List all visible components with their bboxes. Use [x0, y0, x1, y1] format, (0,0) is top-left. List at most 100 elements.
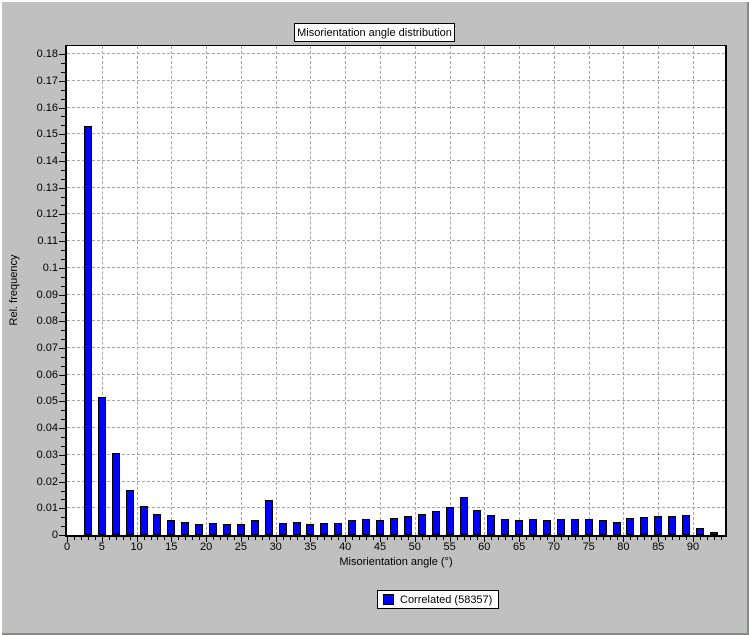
x-minor-tick [505, 537, 507, 540]
gridline-horizontal [67, 373, 725, 375]
x-minor-tick [400, 537, 402, 540]
bar [584, 519, 593, 535]
bar [515, 520, 524, 535]
bar [682, 515, 690, 535]
x-axis-label: Misorientation angle (°) [339, 556, 453, 568]
bar [83, 126, 92, 535]
gridline-horizontal [67, 400, 725, 402]
y-minor-tick [61, 62, 65, 64]
y-minor-tick [61, 356, 65, 358]
y-minor-tick [61, 419, 65, 421]
gridline-vertical [588, 46, 590, 535]
y-tick-label: 0.06 [36, 368, 58, 381]
x-tick-label: 35 [304, 541, 317, 553]
y-tick-label: 0.1 [42, 261, 58, 274]
y-minor-tick [61, 116, 65, 118]
plot-inner [67, 46, 725, 535]
gridline-vertical [484, 46, 486, 535]
chart-title: Misorientation angle distribution [297, 26, 452, 39]
x-minor-tick [282, 537, 284, 540]
y-minor-tick [61, 490, 65, 492]
bar [250, 520, 259, 535]
x-minor-tick [233, 537, 235, 540]
bar [626, 518, 635, 535]
gridline-horizontal [67, 427, 725, 429]
y-tick-label: 0.01 [36, 502, 58, 515]
y-tick-label: 0.12 [36, 208, 58, 221]
x-minor-tick [651, 537, 653, 540]
y-major-tick [59, 294, 65, 296]
gridline-horizontal [67, 159, 725, 161]
bar [556, 519, 565, 535]
gridline-horizontal [67, 133, 725, 135]
bar [445, 507, 454, 535]
x-minor-tick [630, 537, 632, 540]
x-tick-label: 75 [582, 541, 595, 553]
x-minor-tick [192, 537, 194, 540]
y-minor-tick [61, 196, 65, 198]
y-minor-tick [61, 250, 65, 251]
bar [529, 519, 537, 535]
bar [376, 520, 384, 535]
x-tick-label: 0 [63, 541, 71, 553]
gridline-horizontal [67, 213, 725, 215]
x-tick-label: 30 [269, 541, 282, 553]
legend-swatch [383, 594, 394, 605]
y-tick-label: 0.16 [36, 101, 58, 114]
y-major-tick [59, 107, 65, 109]
bar [654, 516, 663, 535]
y-tick-label: 0.17 [36, 74, 58, 87]
y-tick-label: 0.07 [36, 342, 58, 354]
x-minor-tick [644, 537, 646, 540]
bar [403, 516, 412, 535]
y-major-tick [59, 401, 65, 403]
bar [153, 514, 162, 535]
x-minor-tick [435, 537, 437, 540]
y-minor-tick [61, 143, 65, 145]
x-minor-tick [254, 537, 256, 540]
y-tick-label: 0.18 [36, 48, 58, 60]
gridline-vertical [136, 46, 138, 535]
x-minor-tick [463, 537, 465, 540]
legend-label: Correlated (58357) [400, 593, 493, 606]
y-major-tick [59, 348, 65, 349]
x-minor-tick [373, 537, 374, 540]
bar [125, 490, 134, 535]
x-minor-tick [213, 537, 215, 540]
gridline-horizontal [67, 106, 725, 108]
y-minor-tick [61, 526, 65, 528]
x-tick-label: 85 [652, 541, 665, 553]
x-minor-tick [477, 537, 479, 540]
bar [612, 522, 621, 535]
gridline-vertical [414, 46, 416, 535]
y-minor-tick [61, 365, 65, 367]
bar [97, 397, 106, 535]
bar [459, 497, 468, 535]
x-minor-tick [581, 537, 583, 540]
bar [709, 532, 718, 535]
y-major-tick [59, 160, 65, 162]
bar [668, 516, 677, 535]
bar [334, 523, 343, 535]
y-major-tick [59, 187, 65, 189]
x-minor-tick [602, 537, 604, 540]
x-tick-label: 65 [512, 541, 526, 553]
y-minor-tick [61, 178, 65, 180]
y-major-tick [59, 80, 65, 82]
gridline-horizontal [67, 347, 725, 348]
gridline-horizontal [67, 266, 725, 268]
x-minor-tick [498, 537, 500, 540]
x-minor-tick [609, 537, 611, 540]
y-minor-tick [61, 472, 65, 474]
y-minor-tick [61, 445, 65, 447]
x-minor-tick [393, 537, 395, 540]
y-minor-tick [61, 437, 65, 438]
x-minor-tick [261, 537, 263, 540]
gridline-vertical [206, 46, 208, 535]
y-tick-label: 0.14 [36, 154, 58, 167]
gridline-horizontal [67, 480, 725, 482]
x-minor-tick [352, 537, 354, 540]
gridline-vertical [623, 46, 625, 535]
x-minor-tick [616, 537, 618, 540]
x-minor-tick [129, 537, 131, 540]
